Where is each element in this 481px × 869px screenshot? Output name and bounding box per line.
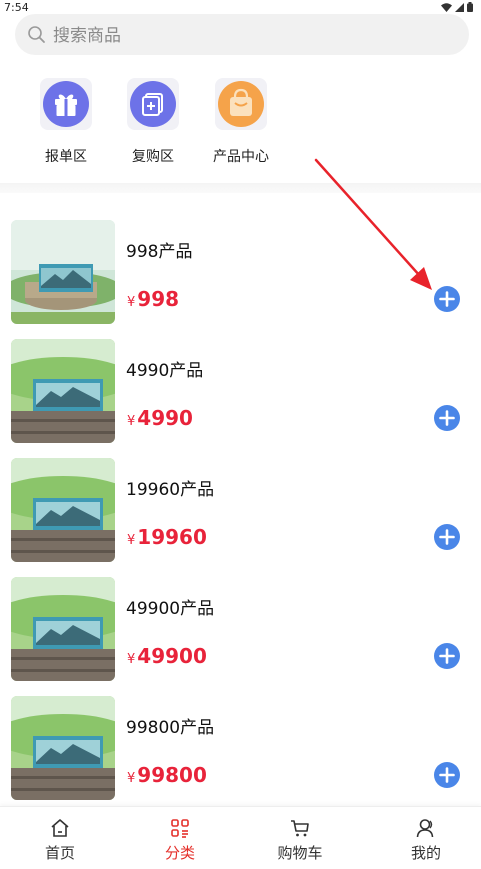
price-value: 49900: [137, 644, 207, 668]
home-icon: [51, 819, 69, 837]
tab-cart[interactable]: 购物车: [240, 807, 360, 869]
add-to-cart-button[interactable]: [434, 405, 460, 431]
product-image[interactable]: [11, 577, 115, 681]
bottom-tab-bar: 首页 分类 购物车 我的: [0, 806, 481, 869]
currency-symbol: ¥: [127, 533, 136, 548]
tab-label: 首页: [44, 844, 75, 862]
category-icon: [171, 819, 189, 838]
tab-label: 购物车: [277, 844, 323, 862]
currency-symbol: ¥: [127, 771, 136, 786]
search-input[interactable]: [51, 14, 455, 57]
tab-profile[interactable]: 我的: [366, 807, 481, 869]
battery-icon: [467, 2, 473, 12]
tab-home[interactable]: 首页: [0, 807, 120, 869]
list-item[interactable]: 4990产品 ¥4990: [0, 317, 481, 443]
layers-add-icon: [130, 81, 176, 127]
tab-label: 我的: [410, 844, 441, 862]
product-price: ¥49900: [127, 644, 207, 668]
tab-category[interactable]: 分类: [120, 807, 240, 869]
product-name: 4990产品: [126, 361, 204, 381]
list-item[interactable]: 998产品 ¥998: [0, 198, 481, 324]
currency-symbol: ¥: [127, 652, 136, 667]
price-value: 19960: [137, 525, 207, 549]
category-fugou[interactable]: 复购区: [109, 78, 197, 166]
category-product-center[interactable]: 产品中心: [197, 78, 285, 166]
product-name: 99800产品: [126, 718, 215, 738]
product-image[interactable]: [11, 220, 115, 324]
signal-icon: [455, 2, 464, 12]
price-value: 4990: [137, 406, 193, 430]
category-label: 复购区: [132, 149, 174, 165]
shopping-bag-icon: [218, 81, 264, 127]
product-price: ¥19960: [127, 525, 207, 549]
wifi-icon: [441, 2, 452, 12]
product-name: 998产品: [126, 242, 193, 262]
product-name: 49900产品: [126, 599, 215, 619]
product-price: ¥4990: [127, 406, 193, 430]
add-to-cart-button[interactable]: [434, 762, 460, 788]
price-value: 99800: [137, 763, 207, 787]
category-tile: [127, 78, 179, 130]
category-shortcuts: 报单区 复购区 产品中心: [0, 78, 481, 178]
category-tile: [40, 78, 92, 130]
product-price: ¥99800: [127, 763, 207, 787]
status-time: 7:54: [4, 1, 29, 14]
currency-symbol: ¥: [127, 414, 136, 429]
product-image[interactable]: [11, 458, 115, 562]
search-bar[interactable]: [15, 14, 469, 57]
search-icon: [28, 26, 45, 43]
add-to-cart-button[interactable]: [434, 524, 460, 550]
product-image[interactable]: [11, 339, 115, 443]
cart-icon: [291, 820, 309, 837]
product-list[interactable]: 998产品 ¥998 4990产品 ¥4990 19960产品 ¥ 19960 …: [0, 198, 481, 804]
price-value: 998: [137, 287, 180, 311]
currency-symbol: ¥: [127, 295, 136, 310]
tab-label: 分类: [164, 844, 195, 862]
add-to-cart-button[interactable]: [434, 286, 460, 312]
list-item[interactable]: 19960产品 ¥19960: [0, 436, 481, 562]
product-image[interactable]: [11, 696, 115, 800]
add-to-cart-button[interactable]: [434, 643, 460, 669]
list-item[interactable]: 99800产品 ¥99800: [0, 674, 481, 800]
category-tile: [215, 78, 267, 130]
category-baodan[interactable]: 报单区: [22, 78, 110, 166]
product-name: 19960产品: [126, 480, 215, 500]
status-icons: [441, 2, 473, 12]
product-price: ¥998: [127, 287, 179, 311]
gift-icon: [43, 81, 89, 127]
category-label: 产品中心: [213, 149, 269, 165]
section-divider: [0, 183, 481, 193]
category-label: 报单区: [45, 149, 87, 165]
user-icon: [416, 819, 434, 838]
list-item[interactable]: 49900产品 ¥49900: [0, 555, 481, 681]
